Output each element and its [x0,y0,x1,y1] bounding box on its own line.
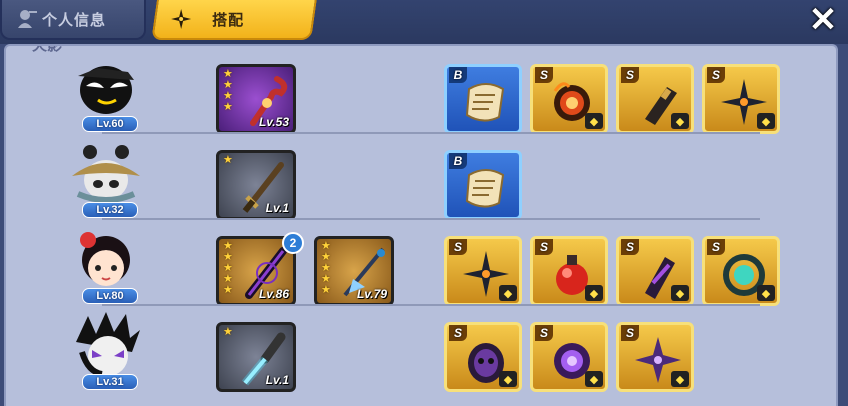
set-bonus-icon: ◆ [757,113,775,129]
weapon-level: Lv.79 [356,287,387,301]
weapon-slot[interactable]: ★ Lv.1 [216,150,296,220]
equipment-slot[interactable]: S ◆ [702,64,780,134]
weapon-level: Lv.86 [258,287,289,301]
set-bonus-icon: ◆ [671,113,689,129]
grade-label: S [707,239,725,255]
close-button[interactable]: ✕ [804,1,842,39]
grade-label: S [621,239,639,255]
character-level-badge: Lv.31 [82,374,138,390]
set-bonus-icon: ◆ [585,113,603,129]
character-row: Lv.31 ★ Lv.1 S ◆ S ◆ S ◆ [6,306,836,392]
weapon-level: Lv.1 [265,201,289,215]
star-icon: ★ [223,326,233,338]
equipment-slot[interactable]: B [444,150,522,220]
spiky-hair-ninja-avatar[interactable] [68,312,144,382]
grade-label: S [535,239,553,255]
weapon-slot[interactable]: ★ ★ ★ ★ ★ Lv.79 [314,236,394,306]
character-level-badge: Lv.80 [82,288,138,304]
equipment-slot[interactable]: S ◆ [530,64,608,134]
set-bonus-icon: ◆ [671,285,689,301]
profile-icon [12,8,42,30]
equipment-slot[interactable]: S ◆ [530,322,608,392]
character-row: Lv.80 ★ ★ ★ ★ ★ Lv.86 2 ★ ★ ★ ★ ★ Lv.79 S ◆ S ◆ S ◆ S ◆ [6,220,836,306]
star-icon: ★ [223,154,233,166]
weapon-slot[interactable]: ★ ★ ★ ★ Lv.53 [216,64,296,134]
equipment-slot[interactable]: S ◆ [616,236,694,306]
set-bonus-icon: ◆ [499,285,517,301]
red-hair-girl-avatar[interactable] [68,226,144,296]
star-icon: ★ [223,101,233,113]
character-level-badge: Lv.32 [82,202,138,218]
equipment-slot[interactable]: S ◆ [530,236,608,306]
set-bonus-icon: ◆ [499,371,517,387]
star-rating: ★ ★ ★ ★ ★ [321,241,331,296]
tab-match-label: 搭配 [212,10,245,29]
weapon-level: Lv.53 [258,115,289,129]
grade-label: S [621,67,639,83]
loadout-panel: 火影 Lv.60 ★ ★ ★ ★ Lv.53 B S ◆ S ◆ S ◆ Lv.32 ★ Lv.1 B Lv.80… [4,44,838,406]
close-icon: ✕ [808,1,838,39]
character-level-badge: Lv.60 [82,116,138,132]
grade-label: B [449,153,467,169]
scroll-icon [459,161,513,215]
star-rating: ★ [223,327,233,338]
set-bonus-icon: ◆ [757,285,775,301]
tab-match[interactable]: 搭配 [151,0,317,40]
grade-label: B [449,67,467,83]
grade-label: S [535,325,553,341]
star-rating: ★ ★ ★ ★ ★ [223,241,233,296]
scroll-icon [459,75,513,129]
grade-label: S [449,239,467,255]
equipment-slot[interactable]: S ◆ [616,64,694,134]
panda-hat-ninja-avatar[interactable] [68,140,144,210]
black-ninja-avatar[interactable] [68,54,144,124]
grade-label: S [621,325,639,341]
star-rating: ★ [223,155,233,166]
grade-label: S [449,325,467,341]
set-bonus-icon: ◆ [585,285,603,301]
character-row: Lv.60 ★ ★ ★ ★ Lv.53 B S ◆ S ◆ S ◆ [6,48,836,134]
equipment-slot[interactable]: S ◆ [444,322,522,392]
star-icon: ★ [223,284,233,296]
weapon-slot[interactable]: ★ Lv.1 [216,322,296,392]
top-bar: 个人信息 搭配 ✕ [0,0,848,44]
upgrade-count-badge: 2 [282,232,304,254]
set-bonus-icon: ◆ [585,371,603,387]
equipment-slot[interactable]: B [444,64,522,134]
equipment-slot[interactable]: S ◆ [444,236,522,306]
shuriken-tab-icon [166,8,196,30]
tab-personal-info[interactable]: 个人信息 [0,0,146,40]
weapon-level: Lv.1 [265,373,289,387]
character-row: Lv.32 ★ Lv.1 B [6,134,836,220]
star-rating: ★ ★ ★ ★ [223,69,233,113]
equipment-slot[interactable]: S ◆ [702,236,780,306]
star-icon: ★ [321,284,331,296]
grade-label: S [707,67,725,83]
tab-personal-info-label: 个人信息 [42,10,107,29]
grade-label: S [535,67,553,83]
equipment-slot[interactable]: S ◆ [616,322,694,392]
set-bonus-icon: ◆ [671,371,689,387]
